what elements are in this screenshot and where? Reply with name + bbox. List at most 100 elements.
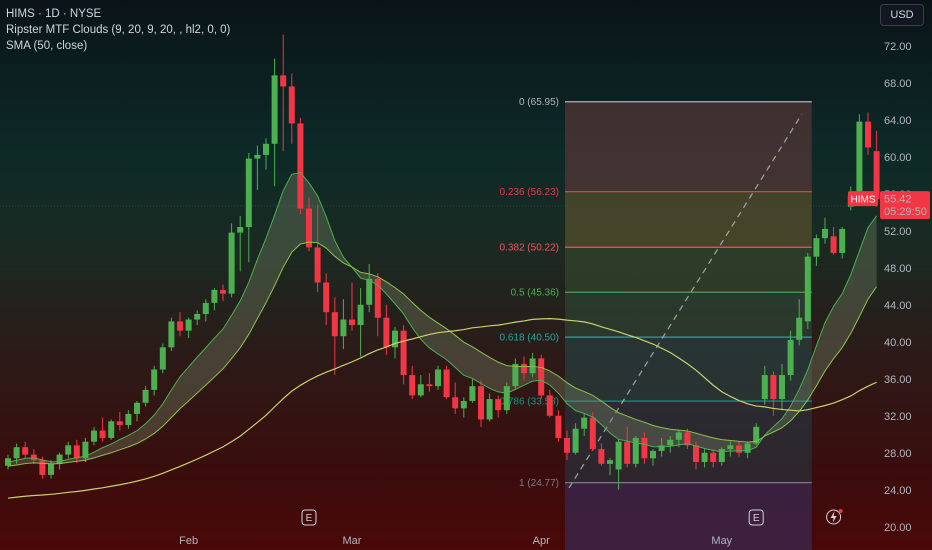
- time-tick-label: Mar: [343, 535, 362, 547]
- price-tick-label: 20.00: [884, 522, 912, 534]
- candle-body: [254, 154, 261, 159]
- candle-body: [177, 321, 183, 331]
- candle-body: [159, 347, 166, 370]
- indicator-ripster[interactable]: Ripster MTF Clouds (9, 20, 9, 20, , hl2,…: [6, 22, 230, 38]
- candle-body: [710, 452, 717, 462]
- fib-level-label: 0.382 (50.22): [500, 243, 560, 254]
- candle-body: [228, 232, 235, 294]
- candle-body: [503, 386, 510, 411]
- fib-level-label: 1 (24.77): [519, 478, 559, 489]
- candle-body: [744, 443, 751, 453]
- candle-body: [297, 123, 304, 209]
- candle-body: [245, 158, 252, 228]
- candle-body: [856, 121, 863, 196]
- fib-level-label: 0 (65.95): [519, 97, 559, 108]
- candle-body: [39, 460, 46, 475]
- fib-zone: [565, 292, 812, 338]
- candle-body: [572, 428, 579, 453]
- candle-body: [598, 449, 605, 464]
- candle-body: [452, 397, 459, 409]
- flash-icon-bolt: [830, 511, 837, 523]
- candle-body: [263, 143, 269, 155]
- candle-body: [237, 227, 244, 233]
- candle-body: [822, 228, 828, 239]
- price-tag-symbol-label: HIMS: [851, 195, 876, 206]
- price-tick-label: 24.00: [884, 485, 912, 497]
- candle-body: [48, 463, 54, 475]
- candle-body: [73, 445, 80, 459]
- candle-body: [168, 321, 175, 348]
- fibonacci-retracement[interactable]: 0 (65.95) 0.236 (56.23) 0.382 (50.22) 0.5 (…: [500, 97, 812, 550]
- price-tick-label: 32.00: [884, 411, 912, 423]
- candle-body: [736, 445, 742, 453]
- candle-body: [426, 384, 433, 387]
- fib-level-label: 0.5 (45.36): [511, 288, 559, 299]
- candle-body: [13, 447, 20, 459]
- candle-body: [830, 236, 837, 253]
- time-tick-label: May: [711, 535, 732, 547]
- earnings-icon-letter: E: [753, 513, 760, 524]
- candle-body: [306, 208, 312, 248]
- candle-body: [349, 319, 355, 326]
- candle-body: [581, 417, 588, 429]
- candle-body: [865, 121, 871, 148]
- candle-body: [650, 450, 656, 459]
- candle-body: [125, 413, 132, 425]
- earnings-icon-letter: E: [306, 513, 313, 524]
- price-chart[interactable]: 0 (65.95) 0.236 (56.23) 0.382 (50.22) 0.5 (…: [0, 0, 932, 550]
- candle-body: [288, 86, 295, 124]
- candle-body: [409, 375, 416, 396]
- candle-body: [30, 454, 37, 461]
- price-tag-countdown: 05:29:50: [884, 206, 927, 218]
- candle-body: [615, 441, 622, 470]
- indicator-sma[interactable]: SMA (50, close): [6, 38, 230, 54]
- candle-body: [116, 421, 123, 425]
- candle-body: [417, 384, 424, 396]
- candle-body: [323, 282, 330, 313]
- candle-body: [770, 375, 777, 400]
- chart-legend: HIMS · 1D · NYSE Ripster MTF Clouds (9, …: [6, 6, 230, 54]
- candle-body: [185, 319, 192, 331]
- candle-body: [727, 445, 734, 450]
- fib-zone: [565, 247, 812, 293]
- candle-body: [366, 278, 373, 305]
- fib-level-label: 0.236 (56.23): [500, 187, 560, 198]
- symbol-title[interactable]: HIMS · 1D · NYSE: [6, 6, 230, 22]
- fib-zone: [565, 482, 812, 550]
- candle-body: [667, 439, 674, 446]
- candle-body: [796, 317, 803, 340]
- candle-body: [220, 289, 226, 294]
- fib-zone: [565, 191, 812, 248]
- price-tick-label: 68.00: [884, 78, 912, 90]
- candle-body: [641, 437, 648, 459]
- candle-body: [512, 363, 519, 387]
- candle-body: [761, 375, 768, 400]
- price-tick-label: 48.00: [884, 263, 912, 275]
- candle-body: [435, 369, 441, 387]
- candle-body: [538, 358, 545, 396]
- candle-body: [632, 437, 639, 464]
- candle-body: [521, 363, 527, 374]
- fib-zone: [565, 101, 812, 192]
- candle-body: [202, 302, 209, 314]
- notification-dot: [838, 509, 843, 513]
- candle-body: [331, 312, 338, 337]
- candle-body: [486, 399, 493, 420]
- candle-body: [701, 452, 708, 462]
- candle-body: [564, 437, 570, 453]
- candle-body: [194, 314, 201, 320]
- candle-body: [555, 415, 562, 438]
- candle-body: [787, 339, 794, 376]
- candle-body: [443, 369, 450, 398]
- currency-button[interactable]: USD: [880, 4, 924, 26]
- candle-body: [314, 247, 321, 283]
- candle-body: [400, 330, 407, 376]
- candle-body: [280, 75, 287, 87]
- time-tick-label: Feb: [179, 535, 198, 547]
- candle-body: [383, 317, 390, 348]
- price-tick-label: 28.00: [884, 448, 912, 460]
- candle-body: [142, 389, 149, 403]
- candle-body: [211, 289, 218, 303]
- candle-body: [607, 460, 613, 464]
- candle-body: [134, 402, 140, 414]
